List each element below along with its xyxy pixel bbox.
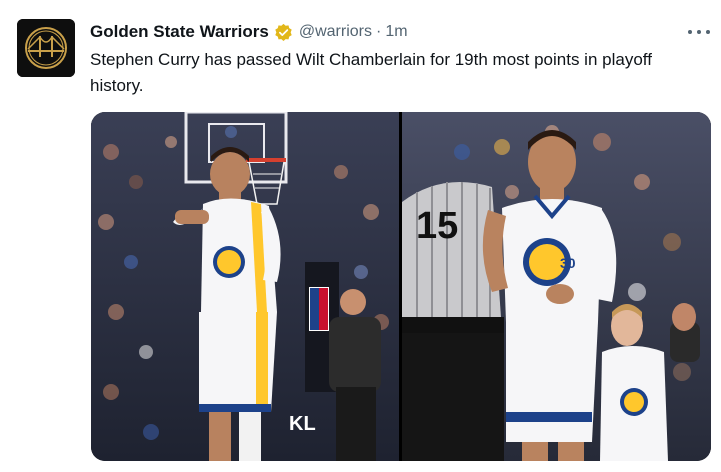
media-grid: KL 15 30 [91, 112, 711, 461]
tweet[interactable]: Golden State Warriors @warriors · 1m Ste… [0, 0, 721, 472]
photo-right[interactable]: 15 30 [402, 112, 711, 461]
handle[interactable]: @warriors [299, 23, 372, 41]
sponsor-logo: KL [289, 413, 316, 435]
timestamp[interactable]: 1m [385, 23, 407, 41]
tweet-header: Golden State Warriors @warriors · 1m [90, 20, 408, 44]
player-smiling-photo-icon: 15 30 [402, 112, 711, 461]
dot [688, 30, 692, 34]
more-options-icon[interactable] [688, 24, 710, 40]
tweet-text: Stephen Curry has passed Wilt Chamberlai… [90, 50, 652, 95]
referee-number: 15 [416, 205, 458, 247]
dot [697, 30, 701, 34]
verified-badge-icon[interactable] [274, 23, 293, 42]
dot [706, 30, 710, 34]
player-clapping-photo-icon: KL [91, 112, 399, 461]
avatar[interactable] [17, 19, 75, 77]
golden-gate-bridge-logo-icon [17, 19, 75, 77]
separator-dot: · [376, 23, 382, 40]
display-name[interactable]: Golden State Warriors [90, 22, 269, 42]
photo-left[interactable]: KL [91, 112, 399, 461]
jersey-number: 30 [560, 255, 576, 271]
